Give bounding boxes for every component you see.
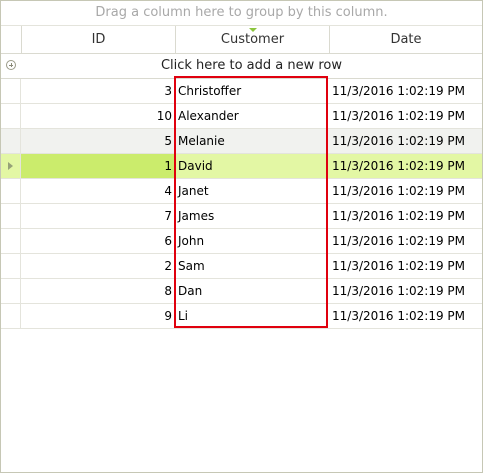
cell-date[interactable]: 11/3/2016 1:02:19 PM xyxy=(329,229,482,253)
cell-customer[interactable]: Janet xyxy=(175,179,329,203)
cell-customer[interactable]: Dan xyxy=(175,279,329,303)
header-row: ID Customer Date xyxy=(1,26,482,54)
row-indicator[interactable] xyxy=(1,104,21,128)
cell-date[interactable]: 11/3/2016 1:02:19 PM xyxy=(329,279,482,303)
table-row[interactable]: 6 John 11/3/2016 1:02:19 PM xyxy=(1,229,482,254)
cell-customer[interactable]: Li xyxy=(175,304,329,328)
table-row[interactable]: 10 Alexander 11/3/2016 1:02:19 PM xyxy=(1,104,482,129)
cell-date[interactable]: 11/3/2016 1:02:19 PM xyxy=(329,204,482,228)
cell-id[interactable]: 8 xyxy=(21,279,175,303)
cell-id[interactable]: 9 xyxy=(21,304,175,328)
column-header-id[interactable]: ID xyxy=(21,26,175,53)
table-row[interactable]: 8 Dan 11/3/2016 1:02:19 PM xyxy=(1,279,482,304)
new-row[interactable]: Click here to add a new row xyxy=(1,54,482,79)
header-indicator-cell xyxy=(1,26,21,53)
cell-date[interactable]: 11/3/2016 1:02:19 PM xyxy=(329,79,482,103)
column-header-customer-label: Customer xyxy=(220,32,285,47)
plus-circle-icon xyxy=(6,60,16,70)
cell-customer[interactable]: Sam xyxy=(175,254,329,278)
cell-customer[interactable]: James xyxy=(175,204,329,228)
row-indicator[interactable] xyxy=(1,304,21,328)
row-indicator[interactable] xyxy=(1,229,21,253)
cell-id[interactable]: 4 xyxy=(21,179,175,203)
row-indicator[interactable] xyxy=(1,279,21,303)
cell-date[interactable]: 11/3/2016 1:02:19 PM xyxy=(329,179,482,203)
cell-customer[interactable]: Melanie xyxy=(175,129,329,153)
cell-id[interactable]: 5 xyxy=(21,129,175,153)
cell-id[interactable]: 3 xyxy=(21,79,175,103)
current-row-arrow-icon xyxy=(8,162,13,170)
cell-date[interactable]: 11/3/2016 1:02:19 PM xyxy=(329,104,482,128)
row-indicator[interactable] xyxy=(1,254,21,278)
cell-id[interactable]: 10 xyxy=(21,104,175,128)
cell-id[interactable]: 7 xyxy=(21,204,175,228)
table-row[interactable]: 1 David 11/3/2016 1:02:19 PM xyxy=(1,154,482,179)
cell-id[interactable]: 1 xyxy=(21,154,175,178)
table-row[interactable]: 7 James 11/3/2016 1:02:19 PM xyxy=(1,204,482,229)
cell-date[interactable]: 11/3/2016 1:02:19 PM xyxy=(329,254,482,278)
cell-customer[interactable]: Alexander xyxy=(175,104,329,128)
table-row[interactable]: 2 Sam 11/3/2016 1:02:19 PM xyxy=(1,254,482,279)
cell-id[interactable]: 2 xyxy=(21,254,175,278)
row-indicator[interactable] xyxy=(1,154,21,178)
column-header-date[interactable]: Date xyxy=(329,26,482,53)
cell-customer[interactable]: David xyxy=(175,154,329,178)
table-row[interactable]: 4 Janet 11/3/2016 1:02:19 PM xyxy=(1,179,482,204)
cell-customer[interactable]: Christoffer xyxy=(175,79,329,103)
table-row[interactable]: 5 Melanie 11/3/2016 1:02:19 PM xyxy=(1,129,482,154)
cell-date[interactable]: 11/3/2016 1:02:19 PM xyxy=(329,154,482,178)
data-grid: Drag a column here to group by this colu… xyxy=(0,0,483,473)
table-row[interactable]: 9 Li 11/3/2016 1:02:19 PM xyxy=(1,304,482,329)
group-panel[interactable]: Drag a column here to group by this colu… xyxy=(1,1,482,26)
sort-indicator-icon xyxy=(248,28,257,32)
row-indicator[interactable] xyxy=(1,204,21,228)
new-row-label: Click here to add a new row xyxy=(160,58,343,73)
cell-date[interactable]: 11/3/2016 1:02:19 PM xyxy=(329,304,482,328)
row-indicator[interactable] xyxy=(1,79,21,103)
cell-customer[interactable]: John xyxy=(175,229,329,253)
row-indicator[interactable] xyxy=(1,129,21,153)
column-header-customer[interactable]: Customer xyxy=(175,26,329,53)
cell-date[interactable]: 11/3/2016 1:02:19 PM xyxy=(329,129,482,153)
cell-id[interactable]: 6 xyxy=(21,229,175,253)
row-indicator[interactable] xyxy=(1,179,21,203)
table-row[interactable]: 3 Christoffer 11/3/2016 1:02:19 PM xyxy=(1,79,482,104)
